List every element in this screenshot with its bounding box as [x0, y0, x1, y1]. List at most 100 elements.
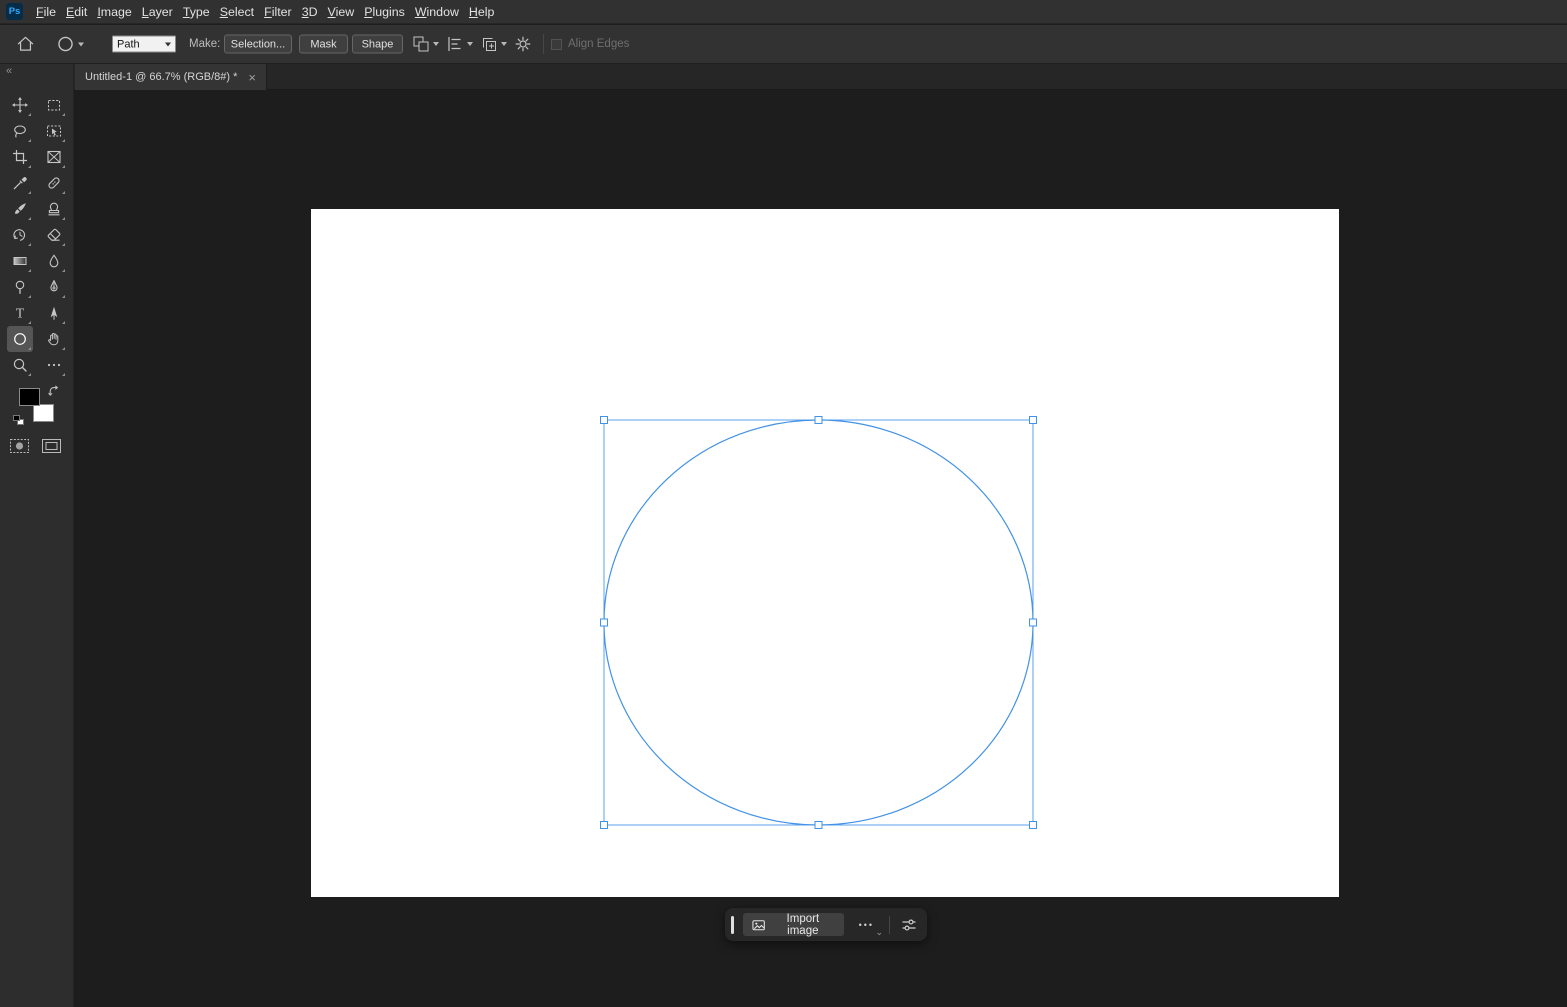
dodge-tool[interactable] [7, 274, 33, 300]
align-edges-control: Align Edges [551, 38, 629, 50]
home-icon [16, 35, 35, 54]
move-icon [12, 97, 28, 113]
menu-item-file[interactable]: File [31, 5, 61, 19]
path-selection-icon [46, 305, 62, 321]
zoom-tool[interactable] [7, 352, 33, 378]
brush-tool[interactable] [7, 196, 33, 222]
zoom-icon [12, 357, 28, 373]
brush-icon [12, 201, 28, 217]
path-arrangement-button[interactable] [480, 35, 507, 53]
menu-item-help[interactable]: Help [464, 5, 500, 19]
transform-handle-n[interactable] [815, 417, 822, 424]
dropdown-caret-icon [78, 42, 84, 46]
menu-item-3d[interactable]: 3D [297, 5, 323, 19]
history-brush-icon [12, 227, 28, 243]
transform-handle-sw[interactable] [601, 822, 608, 829]
transform-handle-s[interactable] [815, 822, 822, 829]
screen-mode-icon [41, 438, 62, 454]
menu-item-filter[interactable]: Filter [259, 5, 297, 19]
menu-item-edit[interactable]: Edit [61, 5, 92, 19]
clone-stamp-tool[interactable] [41, 196, 67, 222]
pen-tool[interactable] [41, 274, 67, 300]
menu-item-image[interactable]: Image [92, 5, 136, 19]
eyedropper-icon [12, 175, 28, 191]
tool-preset-ellipse-icon [56, 35, 75, 54]
frame-tool[interactable] [41, 144, 67, 170]
crop-tool[interactable] [7, 144, 33, 170]
menu-item-view[interactable]: View [323, 5, 360, 19]
transform-handle-ne[interactable] [1030, 417, 1037, 424]
home-button[interactable] [16, 35, 35, 54]
move-tool[interactable] [7, 92, 33, 118]
tab-close-button[interactable]: × [246, 71, 258, 84]
rectangular-marquee-tool[interactable] [41, 92, 67, 118]
menu-item-type[interactable]: Type [178, 5, 215, 19]
type-tool[interactable]: T [7, 300, 33, 326]
clone-stamp-icon [46, 201, 62, 217]
sliders-icon [901, 917, 917, 933]
transform-handle-nw[interactable] [601, 417, 608, 424]
foreground-color-swatch[interactable] [19, 388, 40, 406]
make-selection-button[interactable]: Selection... [224, 35, 292, 54]
drag-handle[interactable] [731, 916, 734, 934]
align-edges-label: Align Edges [568, 38, 629, 50]
ellipse-icon [12, 331, 28, 347]
menu-item-layer[interactable]: Layer [137, 5, 178, 19]
settings-sliders-button[interactable] [899, 915, 919, 935]
transform-handle-w[interactable] [601, 619, 608, 626]
path-operations-icon [412, 35, 430, 53]
gradient-tool[interactable] [7, 248, 33, 274]
eyedropper-tool[interactable] [7, 170, 33, 196]
path-operations-button[interactable] [412, 35, 439, 53]
toolbar-divider [889, 916, 890, 934]
spot-healing-brush-tool[interactable] [41, 170, 67, 196]
document-tab-bar: Untitled-1 @ 66.7% (RGB/8#) * × [74, 64, 1567, 90]
tools-panel: « [0, 64, 74, 1007]
menu-bar: Ps File Edit Image Layer Type Select Fil… [0, 0, 1567, 24]
type-tool-glyph: T [16, 306, 25, 321]
object-selection-tool[interactable] [41, 118, 67, 144]
ellipse-tool[interactable] [7, 326, 33, 352]
tool-preset-picker[interactable] [56, 35, 84, 54]
screen-mode-button[interactable] [41, 438, 62, 459]
gear-icon [514, 35, 532, 53]
transform-handle-se[interactable] [1030, 822, 1037, 829]
document-tab[interactable]: Untitled-1 @ 66.7% (RGB/8#) * × [75, 64, 267, 90]
transform-handle-e[interactable] [1030, 619, 1037, 626]
menu-item-select[interactable]: Select [215, 5, 259, 19]
swap-colors-icon [48, 385, 60, 397]
quick-mask-button[interactable] [9, 438, 30, 459]
lasso-tool[interactable] [7, 118, 33, 144]
photoshop-logo-icon: Ps [6, 3, 23, 20]
edit-toolbar-button[interactable] [41, 352, 67, 378]
make-mask-button[interactable]: Mask [299, 35, 348, 54]
lasso-icon [12, 123, 28, 139]
hand-tool[interactable] [41, 326, 67, 352]
tool-settings-button[interactable] [514, 35, 532, 53]
select-caret-icon [165, 42, 171, 46]
ellipsis-icon: ••• [859, 920, 874, 930]
path-arrangement-icon [480, 35, 498, 53]
background-color-swatch[interactable] [33, 404, 54, 422]
collapse-panel-button[interactable]: « [6, 65, 11, 77]
tool-mode-select[interactable]: Path [112, 36, 176, 53]
path-selection-tool[interactable] [41, 300, 67, 326]
menu-item-window[interactable]: Window [410, 5, 464, 19]
more-options-button[interactable]: ••• ⌄ [853, 916, 880, 934]
swap-colors-button[interactable] [48, 384, 60, 402]
history-brush-tool[interactable] [7, 222, 33, 248]
eraser-tool[interactable] [41, 222, 67, 248]
make-shape-button[interactable]: Shape [352, 35, 403, 54]
path-bounding-box [604, 420, 1033, 825]
import-image-button[interactable]: Import image [743, 913, 844, 936]
gradient-icon [12, 253, 28, 269]
default-colors-button[interactable] [13, 415, 20, 421]
quick-mask-icon [9, 438, 30, 454]
path-alignment-button[interactable] [446, 35, 473, 53]
crop-icon [12, 149, 28, 165]
ellipse-path[interactable] [604, 420, 1033, 825]
photoshop-app: Ps File Edit Image Layer Type Select Fil… [0, 0, 1567, 1007]
menu-item-plugins[interactable]: Plugins [359, 5, 410, 19]
blur-tool[interactable] [41, 248, 67, 274]
blur-drop-icon [46, 253, 62, 269]
